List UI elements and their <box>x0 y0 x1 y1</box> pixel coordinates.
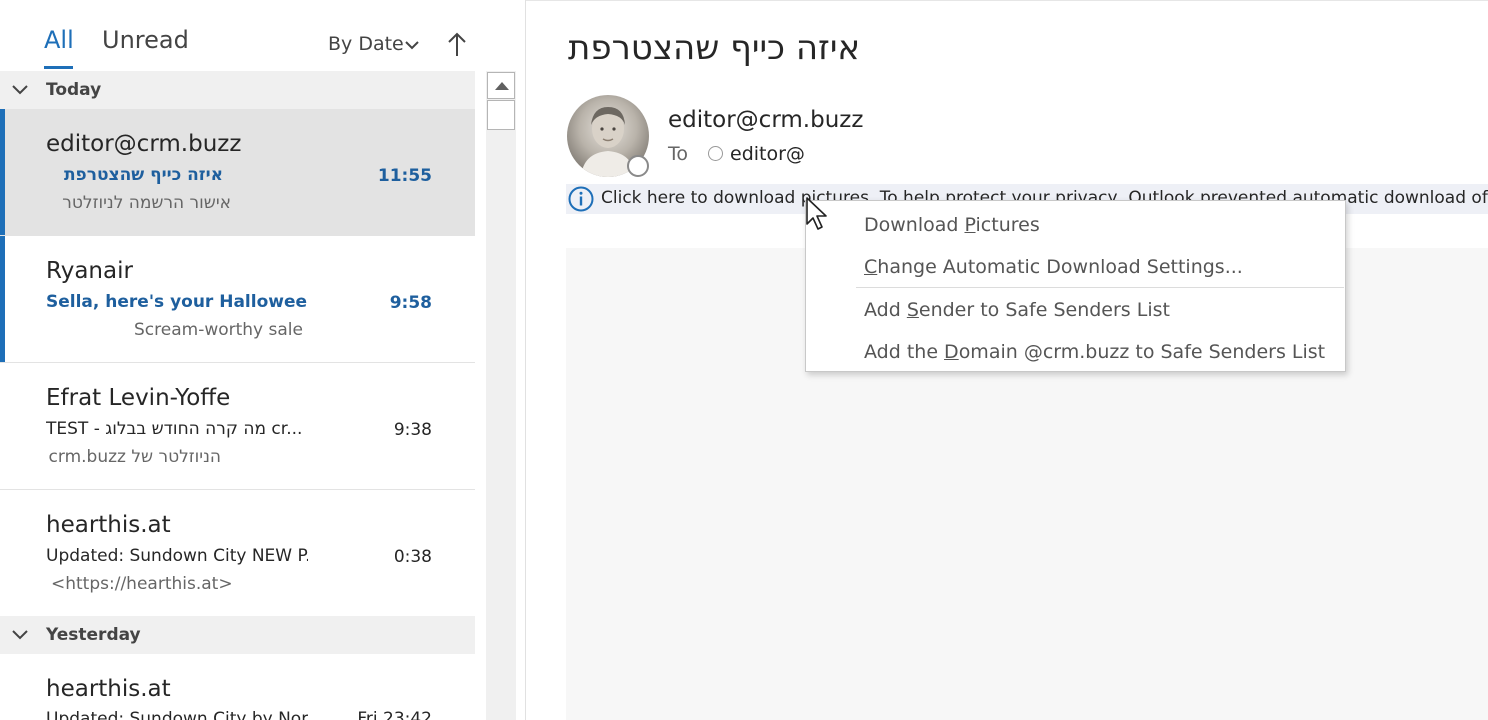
list-item[interactable]: Efrat Levin-Yoffe TEST - מה קרה החודש בב… <box>0 363 475 490</box>
menu-item-label: Download <box>864 214 965 236</box>
group-label: Yesterday <box>46 625 141 645</box>
message-sender: editor@crm.buzz <box>46 131 242 157</box>
message-time: 0:38 <box>393 547 432 567</box>
message-subject-heading: איזה כייף שהצטרפת <box>568 28 861 68</box>
scroll-up-arrow-icon <box>495 82 509 90</box>
filter-tab-unread[interactable]: Unread <box>102 26 189 54</box>
menu-item-label: omain @crm.buzz to Safe Senders List <box>958 341 1326 363</box>
message-time: 9:58 <box>389 293 432 313</box>
presence-icon <box>627 155 649 177</box>
list-item[interactable]: editor@crm.buzz איזה כייף שהצטרפת 11:55 … <box>0 109 475 236</box>
presence-icon <box>708 146 723 161</box>
filter-tab-all[interactable]: All <box>44 26 74 54</box>
to-label: To <box>668 143 689 165</box>
menu-item-label: Add the <box>864 341 945 363</box>
message-list-header: All Unread By Date <box>0 0 475 71</box>
message-preview: Scream-worthy sale <box>134 320 303 340</box>
message-preview: הניוזלטר של crm.buzz <box>48 447 221 467</box>
group-header-yesterday[interactable]: Yesterday <box>0 616 475 654</box>
context-menu: Download Pictures Change Automatic Downl… <box>805 200 1346 372</box>
list-item[interactable]: Ryanair Sella, here's your Hallowee... 9… <box>0 236 475 363</box>
chevron-down-icon[interactable] <box>11 628 29 642</box>
mouse-cursor-icon <box>806 197 827 230</box>
sender-address[interactable]: editor@crm.buzz <box>668 107 863 133</box>
message-sender: hearthis.at <box>46 676 171 702</box>
message-time: Fri 23:42 <box>357 709 432 720</box>
list-item[interactable]: hearthis.at Updated: Sundown City NEW P.… <box>0 490 475 617</box>
group-label: Today <box>46 80 102 100</box>
menu-item-label: Add <box>864 299 907 321</box>
sort-by-dropdown[interactable]: By Date <box>328 33 404 55</box>
menu-item-change-download-settings[interactable]: Change Automatic Download Settings... <box>864 256 1243 278</box>
unread-indicator <box>0 236 5 362</box>
info-icon <box>568 186 594 212</box>
menu-item-accesskey: S <box>906 299 919 321</box>
message-subject: TEST - מה קרה החודש בבלוג cr... <box>46 419 303 439</box>
selection-indicator <box>0 109 5 235</box>
scrollbar-thumb[interactable] <box>487 100 515 130</box>
menu-item-label: ictures <box>975 214 1040 236</box>
menu-item-label: ender to Safe Senders List <box>918 299 1170 321</box>
message-subject: איזה כייף שהצטרפת <box>63 165 223 185</box>
top-divider <box>526 0 1488 1</box>
outlook-window: All Unread By Date Today editor@crm.buzz… <box>0 0 1488 720</box>
menu-item-add-domain-safe-list[interactable]: Add the Domain @crm.buzz to Safe Senders… <box>864 341 1325 363</box>
message-subject: Updated: Sundown City by Nor... <box>46 709 308 720</box>
message-subject: Sella, here's your Hallowee... <box>46 292 308 312</box>
chevron-down-icon[interactable] <box>11 83 29 97</box>
active-tab-underline <box>44 66 73 69</box>
sort-ascending-arrow-icon[interactable] <box>446 30 468 58</box>
message-list-scrollbar[interactable] <box>486 71 516 720</box>
menu-item-add-sender-safe-list[interactable]: Add Sender to Safe Senders List <box>864 299 1170 321</box>
scroll-up-button[interactable] <box>487 72 515 99</box>
menu-separator <box>856 287 1344 288</box>
list-item[interactable]: hearthis.at Updated: Sundown City by Nor… <box>0 654 475 720</box>
message-sender: Ryanair <box>46 258 133 284</box>
menu-item-accesskey: D <box>944 341 959 363</box>
recipient-address[interactable]: editor@ <box>730 143 805 165</box>
menu-item-label: hange Automatic Download Settings... <box>877 256 1243 278</box>
message-time: 9:38 <box>393 420 432 440</box>
message-time: 11:55 <box>377 166 432 186</box>
chevron-down-icon[interactable] <box>403 36 421 54</box>
message-subject: Updated: Sundown City NEW P... <box>46 546 308 566</box>
menu-item-accesskey: P <box>964 214 976 236</box>
message-preview: <https://hearthis.at> <box>51 574 233 594</box>
message-sender: hearthis.at <box>46 512 171 538</box>
menu-item-download-pictures[interactable]: Download Pictures <box>864 214 1040 236</box>
menu-item-accesskey: C <box>864 256 878 278</box>
message-preview: אישור הרשמה לניוזלטר <box>62 193 231 213</box>
group-header-today[interactable]: Today <box>0 71 475 109</box>
message-sender: Efrat Levin-Yoffe <box>46 385 231 411</box>
message-list-pane: All Unread By Date Today editor@crm.buzz… <box>0 0 475 720</box>
